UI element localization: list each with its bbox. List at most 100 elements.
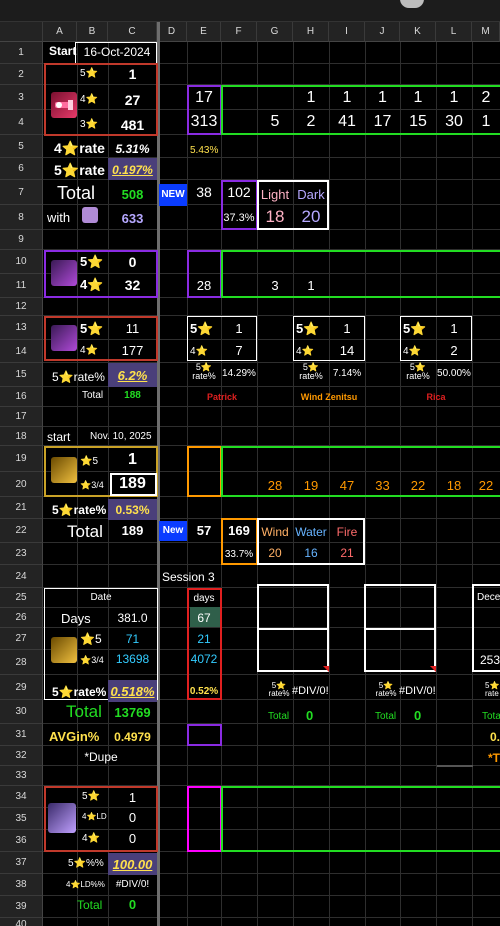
sub2-rate-value[interactable]: 7.14% — [329, 369, 365, 379]
cell-g23[interactable]: 20 — [257, 547, 293, 559]
sub1-val1[interactable]: 1 — [221, 322, 257, 335]
row-header-19[interactable]: 19 — [0, 446, 43, 472]
cell-j29a[interactable]: 5⭐ rate% — [372, 682, 400, 698]
cell-c13[interactable]: 11 — [108, 322, 157, 335]
cell-m32[interactable]: *T — [488, 752, 500, 764]
row-header-21[interactable]: 21 — [0, 497, 43, 519]
col-header-b[interactable]: B — [77, 22, 108, 42]
cell-c29[interactable]: 0.518% — [108, 685, 157, 698]
cell-c3[interactable]: 27 — [108, 93, 157, 107]
row-header-37[interactable]: 37 — [0, 852, 43, 874]
cell-d22[interactable]: New — [159, 521, 187, 541]
row-header-36[interactable]: 36 — [0, 830, 43, 852]
cell-e7[interactable]: 38 — [187, 185, 221, 199]
cell-e25[interactable]: days — [187, 594, 221, 604]
sub3-mid[interactable]: 4⭐ — [403, 347, 421, 357]
row-header-8[interactable]: 8 — [0, 205, 43, 230]
sub3-top[interactable]: 5⭐ — [403, 322, 426, 335]
cell-g30[interactable]: Total — [268, 712, 289, 722]
row-header-3[interactable]: 3 — [0, 85, 43, 110]
select-all-corner[interactable] — [0, 22, 43, 42]
cell-c21[interactable]: 0.53% — [108, 504, 157, 516]
cell-c27[interactable]: 71 — [108, 633, 157, 645]
cell-d7[interactable]: NEW — [159, 184, 187, 206]
cell-e27[interactable]: 21 — [187, 633, 221, 645]
cell-c14[interactable]: 177 — [108, 344, 157, 357]
col-header-g[interactable]: G — [257, 22, 293, 42]
cell-l4[interactable]: 30 — [436, 114, 472, 130]
sub1-top[interactable]: 5⭐ — [190, 322, 213, 335]
cell-c20[interactable]: 189 — [108, 476, 157, 492]
cell-b19[interactable]: ⭐5 — [80, 457, 98, 467]
cell-b18[interactable]: Nov. 10, 2025 — [90, 432, 152, 442]
sub3-rate-value[interactable]: 50.00% — [436, 369, 472, 379]
cell-b14[interactable]: 4⭐ — [80, 346, 98, 356]
cell-e11[interactable]: 28 — [187, 279, 221, 292]
cell-b25[interactable]: Date — [77, 593, 125, 603]
col-header-j[interactable]: J — [365, 22, 400, 42]
cell-c4[interactable]: 481 — [108, 118, 157, 132]
cell-k20[interactable]: 22 — [400, 479, 436, 492]
cell-c39[interactable]: 0 — [108, 898, 157, 911]
row-header-34[interactable]: 34 — [0, 786, 43, 808]
cell-a6[interactable]: 5⭐rate — [54, 163, 105, 177]
row-header-39[interactable]: 39 — [0, 896, 43, 918]
row-header-12[interactable]: 12 — [0, 298, 43, 316]
row-header-5[interactable]: 5 — [0, 135, 43, 158]
cell-k30[interactable]: 0 — [414, 709, 421, 722]
cell-c34[interactable]: 1 — [108, 791, 157, 804]
cell-h4[interactable]: 2 — [293, 114, 329, 130]
cell-e3[interactable]: 17 — [187, 90, 221, 106]
row-header-32[interactable]: 32 — [0, 746, 43, 766]
sub1-val2[interactable]: 7 — [221, 344, 257, 357]
cell-d24[interactable]: Session 3 — [162, 571, 215, 583]
cell-g20[interactable]: 28 — [257, 479, 293, 492]
row-header-23[interactable]: 23 — [0, 543, 43, 565]
cell-h23[interactable]: 16 — [293, 547, 329, 559]
row-header-10[interactable]: 10 — [0, 250, 43, 274]
cell-g29b[interactable]: #DIV/0! — [292, 686, 329, 697]
cell-a39[interactable]: Total — [77, 899, 102, 911]
cell-c15[interactable]: 6.2% — [108, 369, 157, 382]
sub3-val1[interactable]: 1 — [436, 322, 472, 335]
row-header-15[interactable]: 15 — [0, 363, 43, 387]
cell-f8[interactable]: 37.3% — [221, 213, 257, 224]
row-header-6[interactable]: 6 — [0, 158, 43, 180]
col-header-f[interactable]: F — [221, 22, 257, 42]
row-header-16[interactable]: 16 — [0, 387, 43, 407]
cell-k3[interactable]: 1 — [400, 90, 436, 106]
cell-g4[interactable]: 5 — [257, 114, 293, 130]
row-header-25[interactable]: 25 — [0, 588, 43, 608]
row-header-29[interactable]: 29 — [0, 675, 43, 700]
cell-a21[interactable]: 5⭐rate% — [52, 504, 106, 516]
comment-marker[interactable] — [323, 666, 329, 672]
cell-a1[interactable]: Start — [49, 45, 76, 57]
cell-e5[interactable]: 5.43% — [190, 146, 218, 156]
row-header-30[interactable]: 30 — [0, 700, 43, 724]
cell-i3[interactable]: 1 — [329, 90, 365, 106]
col-header-c[interactable]: C — [108, 22, 157, 42]
col-header-m[interactable]: M — [472, 22, 500, 42]
cell-m29[interactable]: 5⭐ rate — [485, 682, 499, 698]
cell-j29b[interactable]: #DIV/0! — [399, 686, 436, 697]
cell-f22[interactable]: 169 — [221, 524, 257, 537]
cell-b1[interactable]: 16-Oct-2024 — [77, 46, 157, 58]
row-header-7[interactable]: 7 — [0, 180, 43, 205]
sub1-name[interactable]: Patrick — [187, 393, 257, 402]
row-header-13[interactable]: 13 — [0, 316, 43, 340]
cell-a26[interactable]: Days — [61, 612, 91, 625]
cell-b16[interactable]: Total — [82, 391, 103, 401]
cell-a5[interactable]: 4⭐rate — [54, 141, 105, 155]
cell-j30[interactable]: Total — [375, 712, 396, 722]
row-header-11[interactable]: 11 — [0, 274, 43, 298]
cell-b28[interactable]: ⭐3/4 — [80, 656, 104, 665]
cell-a18[interactable]: start — [47, 431, 70, 443]
cell-j3[interactable]: 1 — [365, 90, 400, 106]
cell-k4[interactable]: 15 — [400, 114, 436, 130]
row-header-9[interactable]: 9 — [0, 230, 43, 250]
cell-c16[interactable]: 188 — [108, 391, 157, 401]
row-header-27[interactable]: 27 — [0, 628, 43, 650]
cell-i22[interactable]: Fire — [329, 526, 365, 538]
row-header-38[interactable]: 38 — [0, 874, 43, 896]
cell-g29a[interactable]: 5⭐ rate% — [265, 682, 293, 698]
